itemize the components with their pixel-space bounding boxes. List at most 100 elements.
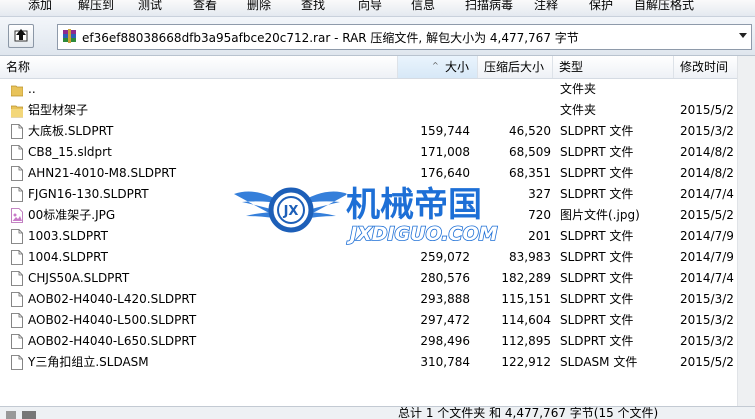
file-type: SLDPRT 文件 [560, 334, 634, 348]
column-type[interactable]: 类型 [553, 56, 674, 78]
file-type: SLDPRT 文件 [560, 313, 634, 327]
table-row[interactable]: Y三角扣组立.SLDASM 310,784 122,912 SLDASM 文件 2015… [0, 352, 755, 373]
file-size: 259,072 [420, 250, 470, 264]
file-size [398, 205, 470, 226]
file-size [398, 184, 470, 205]
document-icon [11, 124, 23, 139]
column-packed-label: 压缩后大小 [484, 60, 545, 74]
file-packed-size: 112,895 [501, 334, 551, 348]
file-name: AOB02-H4040-L500.SLDPRT [28, 313, 197, 327]
view-button[interactable]: 查看 [193, 0, 217, 13]
table-row[interactable]: 大底板.SLDPRT 159,744 46,520 SLDPRT 文件 2015/3/2 [0, 121, 755, 142]
file-type: SLDPRT 文件 [560, 166, 634, 180]
vertical-scrollbar[interactable] [737, 56, 755, 406]
delete-button[interactable]: 删除 [247, 0, 271, 13]
column-size-label: 大小 [444, 60, 469, 74]
file-type: SLDPRT 文件 [560, 187, 634, 201]
sfx-button[interactable]: 自解压格式 [634, 0, 694, 13]
file-size: 298,496 [420, 334, 470, 348]
table-row[interactable]: .. 文件夹 [0, 79, 755, 100]
file-packed-size [477, 100, 551, 121]
file-name: 1004.SLDPRT [28, 250, 108, 264]
file-name: 1003.SLDPRT [28, 229, 108, 243]
file-type: SLDPRT 文件 [560, 292, 634, 306]
document-icon [11, 355, 23, 370]
file-packed-size: 83,983 [509, 250, 551, 264]
document-icon [11, 292, 23, 307]
file-type: SLDPRT 文件 [560, 250, 634, 264]
archive-path-field[interactable]: ef36ef88038668dfb3a95afbce20c712.rar - R… [57, 24, 752, 50]
file-name: 铝型材架子 [28, 103, 89, 117]
file-packed-size: 327 [528, 187, 551, 201]
table-row[interactable]: CHJS50A.SLDPRT 280,576 182,289 SLDPRT 文件 201… [0, 268, 755, 289]
document-icon [11, 271, 23, 286]
file-size: 159,744 [420, 124, 470, 138]
file-size: 310,784 [420, 355, 470, 369]
table-row[interactable]: CB8_15.sldprt 171,008 68,509 SLDPRT 文件 2014/… [0, 142, 755, 163]
test-button[interactable]: 测试 [138, 0, 162, 13]
file-name: AHN21-4010-M8.SLDPRT [28, 166, 177, 180]
file-type: SLDPRT 文件 [560, 145, 634, 159]
file-packed-size: 115,151 [501, 292, 551, 306]
file-name: 00标准架子.JPG [28, 208, 116, 222]
column-modified[interactable]: 修改时间 [674, 56, 740, 78]
file-packed-size: 68,509 [509, 145, 551, 159]
file-size: 176,640 [420, 166, 470, 180]
extract-to-button[interactable]: 解压到 [78, 0, 114, 13]
table-row[interactable]: 1004.SLDPRT 259,072 83,983 SLDPRT 文件 2014/7/… [0, 247, 755, 268]
file-name: AOB02-H4040-L420.SLDPRT [28, 292, 197, 306]
column-name-label: 名称 [6, 60, 31, 74]
wizard-button[interactable]: 向导 [358, 0, 382, 13]
up-one-level-button[interactable] [8, 24, 34, 48]
table-row[interactable]: AOB02-H4040-L420.SLDPRT 293,888 115,151 SLD… [0, 289, 755, 310]
file-packed-size: 68,351 [509, 166, 551, 180]
file-packed-size: 201 [528, 229, 551, 243]
file-list: 名称 ^ 大小 压缩后大小 类型 修改时间 .. 文件夹 铝型材架子 文件夹 2015/… [0, 56, 755, 406]
file-packed-size: 720 [528, 208, 551, 222]
chevron-down-icon[interactable] [739, 33, 747, 38]
toolbar: 添加 解压到 测试 查看 删除 查找 向导 信息 扫描病毒 注释 保护 自解压格… [0, 0, 755, 17]
up-arrow-icon [14, 29, 28, 42]
column-size[interactable]: ^ 大小 [398, 56, 478, 78]
column-type-label: 类型 [559, 60, 584, 74]
comment-button[interactable]: 注释 [534, 0, 558, 13]
file-name: CHJS50A.SLDPRT [28, 271, 130, 285]
table-row[interactable]: 1003.SLDPRT 201 SLDPRT 文件 2014/7/9 [0, 226, 755, 247]
document-icon [11, 229, 23, 244]
find-button[interactable]: 查找 [301, 0, 325, 13]
table-row[interactable]: AOB02-H4040-L500.SLDPRT 297,472 114,604 SLD… [0, 310, 755, 331]
file-packed-size [477, 79, 551, 100]
file-type: SLDPRT 文件 [560, 229, 634, 243]
file-size: 293,888 [420, 292, 470, 306]
virus-scan-button[interactable]: 扫描病毒 [465, 0, 513, 13]
column-packed[interactable]: 压缩后大小 [478, 56, 553, 78]
table-row[interactable]: AHN21-4010-M8.SLDPRT 176,640 68,351 SLDPRT … [0, 163, 755, 184]
file-name: 大底板.SLDPRT [28, 124, 114, 138]
document-icon [11, 313, 23, 328]
file-name: .. [28, 82, 36, 96]
file-name: Y三角扣组立.SLDASM [28, 355, 149, 369]
table-row[interactable]: FJGN16-130.SLDPRT 327 SLDPRT 文件 2014/7/4 [0, 184, 755, 205]
column-name[interactable]: 名称 [0, 56, 398, 78]
file-type: 文件夹 [560, 103, 597, 117]
add-button[interactable]: 添加 [28, 0, 52, 13]
parent-folder-icon [10, 82, 24, 97]
file-size: 171,008 [420, 145, 470, 159]
document-icon [11, 187, 23, 202]
table-row[interactable]: 00标准架子.JPG 720 图片文件(.jpg) 2015/5/2 [0, 205, 755, 226]
document-icon [11, 166, 23, 181]
protect-button[interactable]: 保护 [589, 0, 613, 13]
file-name: CB8_15.sldprt [28, 145, 112, 159]
file-type: 文件夹 [560, 82, 597, 96]
status-bar: 总计 1 个文件夹 和 4,477,767 字节(15 个文件) [0, 406, 755, 419]
file-size [398, 226, 470, 247]
document-icon [11, 145, 23, 160]
status-summary: 总计 1 个文件夹 和 4,477,767 字节(15 个文件) [398, 406, 659, 419]
file-type: 图片文件(.jpg) [560, 208, 640, 222]
info-button[interactable]: 信息 [411, 0, 435, 13]
image-file-icon [11, 208, 23, 223]
table-row[interactable]: 铝型材架子 文件夹 2015/5/2 [0, 100, 755, 121]
file-packed-size: 182,289 [501, 271, 551, 285]
table-row[interactable]: AOB02-H4040-L650.SLDPRT 298,496 112,895 SLD… [0, 331, 755, 352]
file-type: SLDASM 文件 [560, 355, 638, 369]
